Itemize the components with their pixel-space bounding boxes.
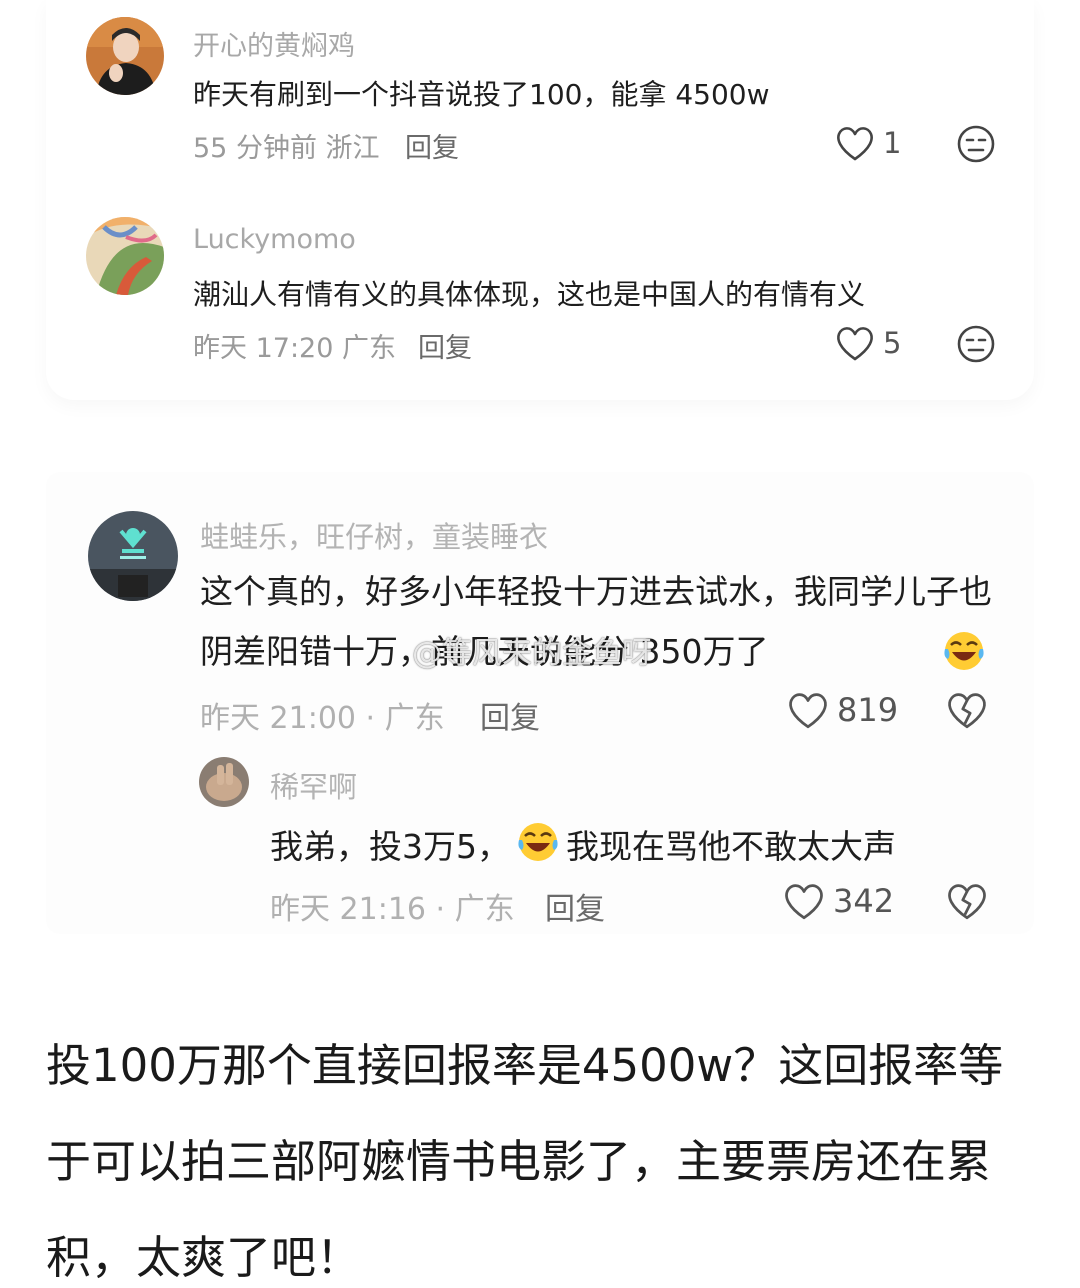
avatar[interactable]	[199, 757, 249, 807]
comment-time-location: 昨天 17:20 广东	[193, 333, 396, 364]
reply-button[interactable]: 回复	[405, 126, 459, 165]
comment-time-location: 昨天 21:00 · 广东	[200, 701, 445, 736]
heart-icon	[789, 693, 827, 729]
dislike-button[interactable]	[956, 324, 996, 364]
painting-avatar-icon	[86, 217, 164, 295]
reply-button[interactable]: 回复	[418, 326, 472, 365]
watermark: @等风来的金鱼呀	[412, 636, 652, 671]
comment-text: 潮汕人有情有义的具体体现，这也是中国人的有情有义	[193, 278, 866, 311]
comment-username[interactable]: 稀罕啊	[270, 764, 357, 806]
like-count: 5	[883, 326, 902, 360]
post-caption: 投100万那个直接回报率是4500w？这回报率等于可以拍三部阿嬷情书电影了，主要…	[46, 1039, 1004, 1284]
comment-username[interactable]: 蛙蛙乐，旺仔树，童装睡衣	[200, 514, 548, 556]
comment-time-location: 昨天 21:16 · 广东	[270, 892, 515, 927]
comment-username[interactable]: 开心的黄焖鸡	[193, 24, 355, 63]
person-avatar-icon	[86, 17, 164, 95]
like-count: 342	[833, 882, 895, 920]
like-count: 819	[837, 691, 899, 729]
reply-button[interactable]: 回复	[480, 693, 540, 737]
like-button[interactable]: 342	[783, 881, 894, 921]
like-button[interactable]: 1	[835, 124, 901, 162]
comment-username[interactable]: Luckymomo	[193, 224, 356, 255]
comment-text: 昨天有刷到一个抖音说投了100，能拿 4500w	[193, 78, 770, 111]
like-count: 1	[883, 126, 902, 160]
broken-heart-icon	[948, 693, 986, 729]
reply-button[interactable]: 回复	[545, 884, 605, 928]
comment-text: 我弟，投3万5， 我现在骂他不敢太大声	[270, 820, 896, 868]
avatar[interactable]	[88, 511, 178, 601]
heart-icon	[837, 327, 873, 361]
neutral-face-icon	[957, 125, 995, 163]
broken-heart-icon	[948, 884, 986, 920]
dislike-button[interactable]	[946, 881, 988, 921]
comment-time-location: 55 分钟前 浙江	[193, 133, 380, 164]
avatar[interactable]	[86, 17, 164, 95]
dislike-button[interactable]	[956, 124, 996, 164]
neutral-face-icon	[957, 325, 995, 363]
like-button[interactable]: 5	[835, 324, 901, 362]
laughing-crying-emoji-icon	[942, 629, 984, 670]
laughing-crying-emoji-icon	[516, 820, 560, 864]
avatar[interactable]	[86, 217, 164, 295]
comment-text-part2: 我现在骂他不敢太大声	[566, 827, 896, 866]
dislike-button[interactable]	[946, 690, 988, 730]
hand-avatar-icon	[199, 757, 249, 807]
store-logo-avatar-icon	[88, 511, 178, 601]
heart-icon	[785, 884, 823, 920]
comment-text-part1: 我弟，投3万5，	[270, 827, 510, 866]
heart-icon	[837, 127, 873, 161]
like-button[interactable]: 819	[787, 690, 898, 730]
